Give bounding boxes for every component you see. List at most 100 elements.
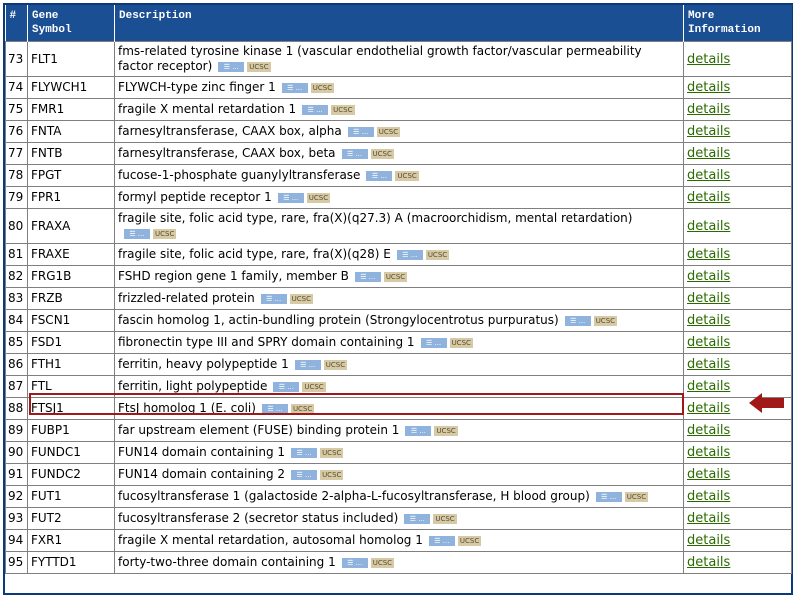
details-link[interactable]: details	[687, 219, 730, 234]
ucsc-link-badge[interactable]: UCSC	[457, 535, 482, 546]
entrez-link-badge[interactable]: ☰ ...	[405, 425, 432, 436]
ucsc-link-badge[interactable]: UCSC	[331, 104, 355, 115]
details-link[interactable]: details	[687, 489, 730, 504]
details-link[interactable]: details	[687, 445, 730, 460]
details-link[interactable]: details	[687, 533, 730, 548]
details-link[interactable]: details	[687, 291, 730, 306]
more-information-cell: details	[683, 309, 792, 332]
ucsc-link-badge[interactable]: UCSC	[153, 228, 177, 239]
gene-description-cell: ferritin, light polypeptide ☰ ... UCSC	[114, 375, 684, 398]
details-link[interactable]: details	[687, 269, 730, 284]
entrez-link-badge[interactable]: ☰ ...	[261, 403, 288, 414]
row-number: 95	[5, 551, 28, 574]
details-link[interactable]: details	[687, 511, 730, 526]
ucsc-link-badge[interactable]: UCSC	[370, 148, 394, 159]
ucsc-link-badge[interactable]: UCSC	[376, 126, 401, 137]
entrez-link-badge[interactable]: ☰ ...	[281, 82, 308, 93]
entrez-link-badge[interactable]: ☰ ...	[341, 148, 368, 159]
ucsc-link-badge[interactable]: UCSC	[302, 381, 326, 392]
entrez-link-badge[interactable]: ☰ ...	[291, 447, 318, 458]
header-gene-line1: Gene	[32, 10, 59, 22]
more-information-cell: details	[683, 76, 792, 99]
details-link[interactable]: details	[687, 423, 730, 438]
ucsc-link-badge[interactable]: UCSC	[395, 170, 419, 181]
entrez-link-badge[interactable]: ☰ ...	[396, 249, 423, 260]
row-number: 79	[5, 186, 28, 209]
entrez-link-badge[interactable]: ☰ ...	[124, 228, 150, 239]
details-link[interactable]: details	[687, 467, 730, 482]
row-number: 81	[5, 243, 28, 266]
ucsc-link-badge[interactable]: UCSC	[370, 557, 395, 568]
details-link[interactable]: details	[687, 146, 730, 161]
details-link[interactable]: details	[687, 247, 730, 262]
gene-description-cell: far upstream element (FUSE) binding prot…	[114, 419, 684, 442]
ucsc-link-badge[interactable]: UCSC	[434, 425, 458, 436]
ucsc-link-badge[interactable]: UCSC	[425, 249, 450, 260]
gene-description: fragile site, folic acid type, rare, fra…	[118, 247, 391, 261]
entrez-link-badge[interactable]: ☰ ...	[302, 104, 329, 115]
ucsc-link-badge[interactable]: UCSC	[306, 192, 331, 203]
gene-table: # Gene Symbol Description More Informati…	[5, 5, 792, 574]
details-link[interactable]: details	[687, 124, 730, 139]
ucsc-link-badge[interactable]: UCSC	[383, 271, 408, 282]
link-badges: ☰ ... UCSC	[273, 379, 328, 394]
header-gene-line2: Symbol	[32, 24, 72, 36]
entrez-link-badge[interactable]: ☰ ...	[341, 557, 368, 568]
gene-description: fucose-1-phosphate guanylyltransferase	[118, 168, 361, 182]
entrez-link-badge[interactable]: ☰ ...	[277, 192, 304, 203]
gene-description: fibronectin type III and SPRY domain con…	[118, 335, 415, 349]
more-information-cell: details	[683, 265, 792, 288]
ucsc-link-badge[interactable]: UCSC	[323, 359, 348, 370]
details-link[interactable]: details	[687, 555, 730, 570]
details-link[interactable]: details	[687, 335, 730, 350]
entrez-link-badge[interactable]: ☰ ...	[564, 315, 591, 326]
details-link[interactable]: details	[687, 80, 730, 95]
more-information-cell: details	[683, 164, 792, 187]
ucsc-link-badge[interactable]: UCSC	[320, 447, 344, 458]
header-gene-symbol: Gene Symbol	[27, 5, 115, 42]
more-information-cell: details	[683, 186, 792, 209]
details-link[interactable]: details	[687, 190, 730, 205]
entrez-link-badge[interactable]: ☰ ...	[420, 337, 447, 348]
entrez-link-badge[interactable]: ☰ ...	[354, 271, 381, 282]
link-badges: ☰ ... UCSC	[405, 423, 460, 438]
gene-description-cell: FtsJ homolog 1 (E. coli) ☰ ... UCSC	[114, 397, 684, 420]
details-link[interactable]: details	[687, 168, 730, 183]
ucsc-link-badge[interactable]: UCSC	[433, 513, 457, 524]
entrez-link-badge[interactable]: ☰ ...	[260, 293, 287, 304]
entrez-link-badge[interactable]: ☰ ...	[294, 359, 321, 370]
more-information-cell: details	[683, 419, 792, 442]
entrez-link-badge[interactable]: ☰ ...	[273, 381, 300, 392]
ucsc-link-badge[interactable]: UCSC	[247, 61, 271, 72]
ucsc-link-badge[interactable]: UCSC	[449, 337, 473, 348]
entrez-link-badge[interactable]: ☰ ...	[595, 491, 622, 502]
entrez-link-badge[interactable]: ☰ ...	[347, 126, 374, 137]
entrez-link-badge[interactable]: ☰ ...	[428, 535, 455, 546]
table-row: 91 FUNDC2 FUN14 domain containing 2 ☰ ... UC…	[5, 463, 792, 486]
details-link[interactable]: details	[687, 401, 730, 416]
gene-description: fascin homolog 1, actin-bundling protein…	[118, 313, 559, 327]
details-link[interactable]: details	[687, 102, 730, 117]
entrez-link-badge[interactable]: ☰ ...	[291, 469, 318, 480]
ucsc-link-badge[interactable]: UCSC	[289, 293, 314, 304]
gene-description-cell: FLYWCH-type zinc finger 1 ☰ ... UCSC	[114, 76, 684, 99]
gene-symbol: FSCN1	[27, 309, 115, 332]
ucsc-link-badge[interactable]: UCSC	[624, 491, 649, 502]
header-more-information: More Information	[683, 5, 792, 42]
row-number: 74	[5, 76, 28, 99]
ucsc-link-badge[interactable]: UCSC	[320, 469, 344, 480]
gene-symbol: FRAXE	[27, 243, 115, 266]
details-link[interactable]: details	[687, 52, 730, 67]
entrez-link-badge[interactable]: ☰ ...	[404, 513, 431, 524]
details-link[interactable]: details	[687, 357, 730, 372]
entrez-link-badge[interactable]: ☰ ...	[366, 170, 393, 181]
ucsc-link-badge[interactable]: UCSC	[593, 315, 618, 326]
ucsc-link-badge[interactable]: UCSC	[290, 403, 315, 414]
ucsc-link-badge[interactable]: UCSC	[310, 82, 335, 93]
table-row: 88 FTSJ1 FtsJ homolog 1 (E. coli) ☰ ... UCSC…	[5, 397, 792, 420]
details-link[interactable]: details	[687, 379, 730, 394]
table-row: 83 FRZB frizzled-related protein ☰ ... UCSC d…	[5, 287, 792, 310]
details-link[interactable]: details	[687, 313, 730, 328]
gene-description: frizzled-related protein	[118, 291, 255, 305]
entrez-link-badge[interactable]: ☰ ...	[218, 61, 245, 72]
